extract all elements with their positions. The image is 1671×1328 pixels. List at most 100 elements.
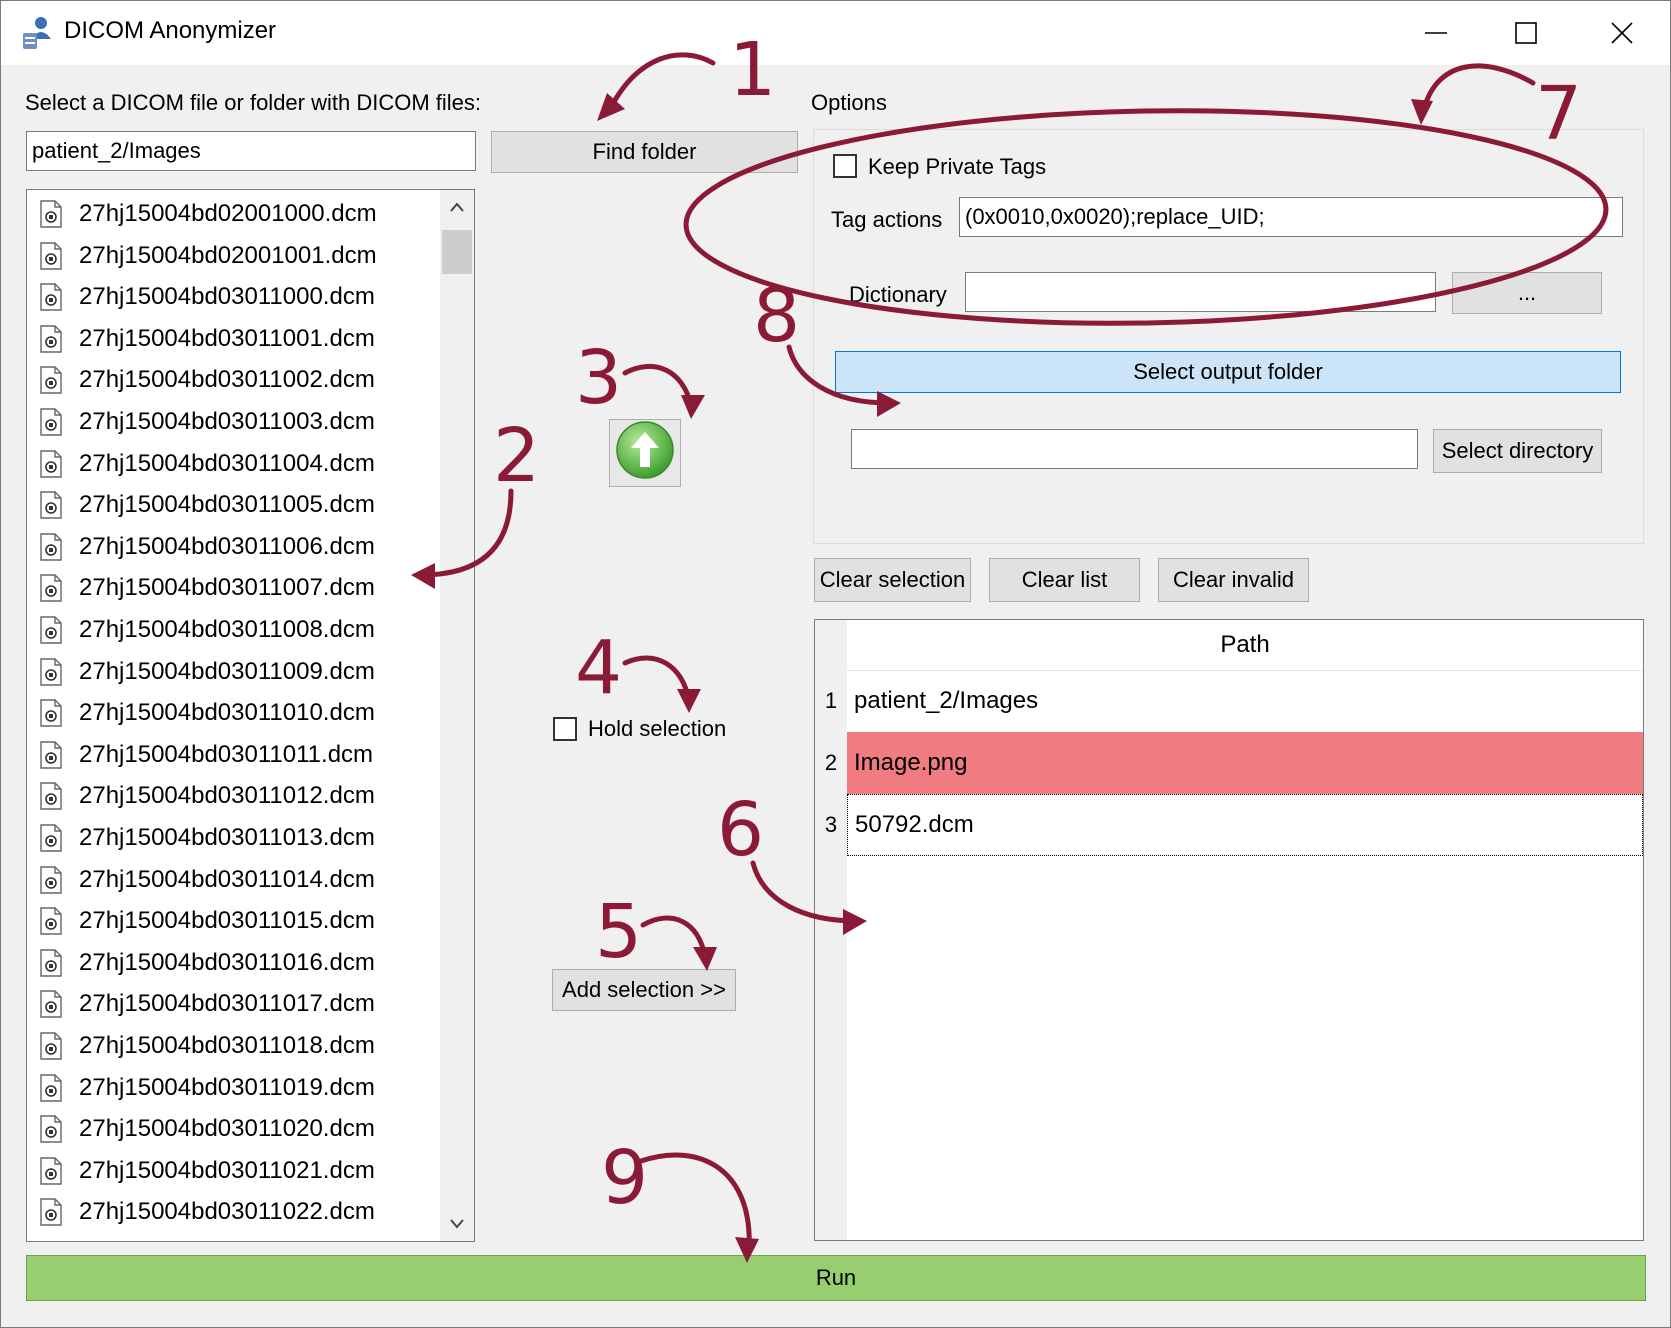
annotation-number-4: 4 xyxy=(575,625,623,711)
file-list-item[interactable]: 27hj15004bd03011013.dcm xyxy=(39,818,375,858)
file-name: 27hj15004bd03011008.dcm xyxy=(79,616,375,643)
dicom-file-icon xyxy=(39,449,63,478)
file-list-item[interactable]: 27hj15004bd03011009.dcm xyxy=(39,652,375,692)
select-directory-button[interactable]: Select directory xyxy=(1433,429,1602,473)
file-name: 27hj15004bd03011000.dcm xyxy=(79,283,375,311)
table-row[interactable]: 3 50792.dcm xyxy=(815,794,1643,856)
add-selection-button[interactable]: Add selection >> xyxy=(552,969,736,1011)
file-list-item[interactable]: 27hj15004bd03011005.dcm xyxy=(39,485,375,525)
annotation-number-2: 2 xyxy=(493,413,541,499)
file-list-item[interactable]: 27hj15004bd03011011.dcm xyxy=(39,735,373,775)
minimize-icon[interactable] xyxy=(1408,11,1464,55)
dicom-file-icon xyxy=(39,657,63,686)
user-database-icon xyxy=(19,15,55,51)
file-list-item[interactable]: 27hj15004bd02001001.dcm xyxy=(39,236,377,276)
file-name: 27hj15004bd03011017.dcm xyxy=(79,990,375,1018)
file-list-item[interactable]: 27hj15004bd03011010.dcm xyxy=(39,693,375,733)
path-column-header[interactable]: Path xyxy=(847,620,1643,671)
scroll-up-icon[interactable] xyxy=(440,190,474,224)
scroll-thumb[interactable] xyxy=(442,230,472,274)
dicom-file-icon xyxy=(39,782,63,811)
scroll-down-icon[interactable] xyxy=(440,1207,474,1241)
keep-private-tags-checkbox[interactable] xyxy=(833,154,857,178)
annotation-arrow-4 xyxy=(622,655,692,704)
file-list-item[interactable]: 27hj15004bd03011020.dcm xyxy=(39,1109,375,1149)
file-name: 27hj15004bd03011016.dcm xyxy=(79,948,375,976)
tag-actions-label: Tag actions xyxy=(831,207,943,232)
file-list-item[interactable]: 27hj15004bd03011016.dcm xyxy=(39,943,375,983)
file-list-item[interactable]: 27hj15004bd03011022.dcm xyxy=(39,1192,375,1232)
clear-invalid-button[interactable]: Clear invalid xyxy=(1158,558,1309,602)
dictionary-label: Dictionary xyxy=(849,282,947,307)
file-name: 27hj15004bd03011014.dcm xyxy=(79,865,375,893)
file-list-item[interactable]: 27hj15004bd03011019.dcm xyxy=(39,1068,375,1108)
file-list-scrollbar[interactable] xyxy=(440,190,474,1241)
annotation-number-7: 7 xyxy=(1535,71,1583,157)
green-up-arrow-icon xyxy=(615,420,675,486)
file-list[interactable]: 27hj15004bd02001000.dcm 27hj15004bd020010… xyxy=(26,189,475,1242)
file-list-item[interactable]: 27hj15004bd03011014.dcm xyxy=(39,860,375,900)
title-bar: DICOM Anonymizer xyxy=(1,1,1670,65)
file-list-item[interactable]: 27hj15004bd03011000.dcm xyxy=(39,277,375,317)
file-name: 27hj15004bd03011006.dcm xyxy=(79,532,375,560)
dicom-file-icon xyxy=(39,1157,63,1185)
select-output-folder-button[interactable]: Select output folder xyxy=(835,351,1621,393)
dictionary-browse-button[interactable]: ... xyxy=(1452,272,1602,314)
arrowhead xyxy=(693,947,717,971)
annotation-number-8: 8 xyxy=(753,273,801,359)
window-title: DICOM Anonymizer xyxy=(64,17,277,44)
close-icon[interactable] xyxy=(1594,11,1650,55)
file-list-item[interactable]: 27hj15004bd03011012.dcm xyxy=(39,776,375,816)
table-row-invalid[interactable]: 2 Image.png xyxy=(815,732,1643,794)
file-list-item[interactable]: 27hj15004bd03011007.dcm xyxy=(39,568,375,608)
dicom-file-icon xyxy=(39,241,63,270)
dictionary-input[interactable] xyxy=(965,272,1436,312)
file-name: 27hj15004bd03011003.dcm xyxy=(79,408,375,435)
keep-private-tags-label: Keep Private Tags xyxy=(868,154,1047,179)
file-list-item[interactable]: 27hj15004bd03011008.dcm xyxy=(39,610,375,650)
clear-selection-button[interactable]: Clear selection xyxy=(814,558,971,602)
tag-actions-input[interactable]: (0x0010,0x0020);replace_UID; xyxy=(959,197,1623,237)
annotation-arrow-3 xyxy=(622,363,694,408)
dicom-file-icon xyxy=(39,408,63,436)
row-number: 3 xyxy=(815,794,847,856)
file-name: 27hj15004bd03011021.dcm xyxy=(79,1156,375,1184)
dicom-file-icon xyxy=(39,865,63,894)
table-row[interactable]: 1 patient_2/Images xyxy=(815,670,1643,732)
arrowhead xyxy=(677,689,701,713)
move-up-button[interactable] xyxy=(609,419,681,487)
dicom-file-icon xyxy=(39,1073,63,1102)
file-list-item[interactable]: 27hj15004bd03011004.dcm xyxy=(39,444,375,484)
file-list-item[interactable]: 27hj15004bd03011003.dcm xyxy=(39,402,375,442)
row-number: 1 xyxy=(815,670,847,732)
output-directory-input[interactable] xyxy=(851,429,1418,469)
source-path-input[interactable]: patient_2/Images xyxy=(26,131,476,171)
file-list-item[interactable]: 27hj15004bd03011021.dcm xyxy=(39,1151,375,1191)
file-list-item[interactable]: 27hj15004bd03011015.dcm xyxy=(39,901,375,941)
file-name: 27hj15004bd03011019.dcm xyxy=(79,1073,375,1101)
hold-selection-checkbox[interactable] xyxy=(553,717,577,741)
path-cell-focused[interactable]: 50792.dcm xyxy=(847,794,1643,856)
path-cell[interactable]: patient_2/Images xyxy=(847,670,1643,732)
file-list-item[interactable]: 27hj15004bd03011017.dcm xyxy=(39,984,375,1024)
file-name: 27hj15004bd03011004.dcm xyxy=(79,449,375,477)
annotation-number-6: 6 xyxy=(717,787,765,873)
file-name: 27hj15004bd03011001.dcm xyxy=(79,324,375,352)
file-list-item[interactable]: 27hj15004bd03011006.dcm xyxy=(39,527,375,567)
file-list-item[interactable]: 27hj15004bd02001000.dcm xyxy=(39,194,377,234)
annotation-number-5: 5 xyxy=(595,889,643,975)
run-button[interactable]: Run xyxy=(26,1255,1646,1301)
path-cell-invalid[interactable]: Image.png xyxy=(847,732,1643,794)
file-list-item[interactable]: 27hj15004bd03011001.dcm xyxy=(39,319,375,359)
find-folder-button[interactable]: Find folder xyxy=(491,131,798,173)
arrowhead xyxy=(681,395,705,419)
path-table[interactable]: Path 1 patient_2/Images 2 Image.png 3 50… xyxy=(814,619,1644,1241)
clear-list-button[interactable]: Clear list xyxy=(989,558,1140,602)
maximize-icon[interactable] xyxy=(1498,11,1554,55)
file-name: 27hj15004bd03011005.dcm xyxy=(79,491,375,519)
file-list-item[interactable]: 27hj15004bd03011002.dcm xyxy=(39,360,375,400)
dicom-file-icon xyxy=(39,283,63,311)
row-number: 2 xyxy=(815,732,847,794)
file-name: 27hj15004bd02001001.dcm xyxy=(79,241,377,269)
file-list-item[interactable]: 27hj15004bd03011018.dcm xyxy=(39,1026,375,1066)
